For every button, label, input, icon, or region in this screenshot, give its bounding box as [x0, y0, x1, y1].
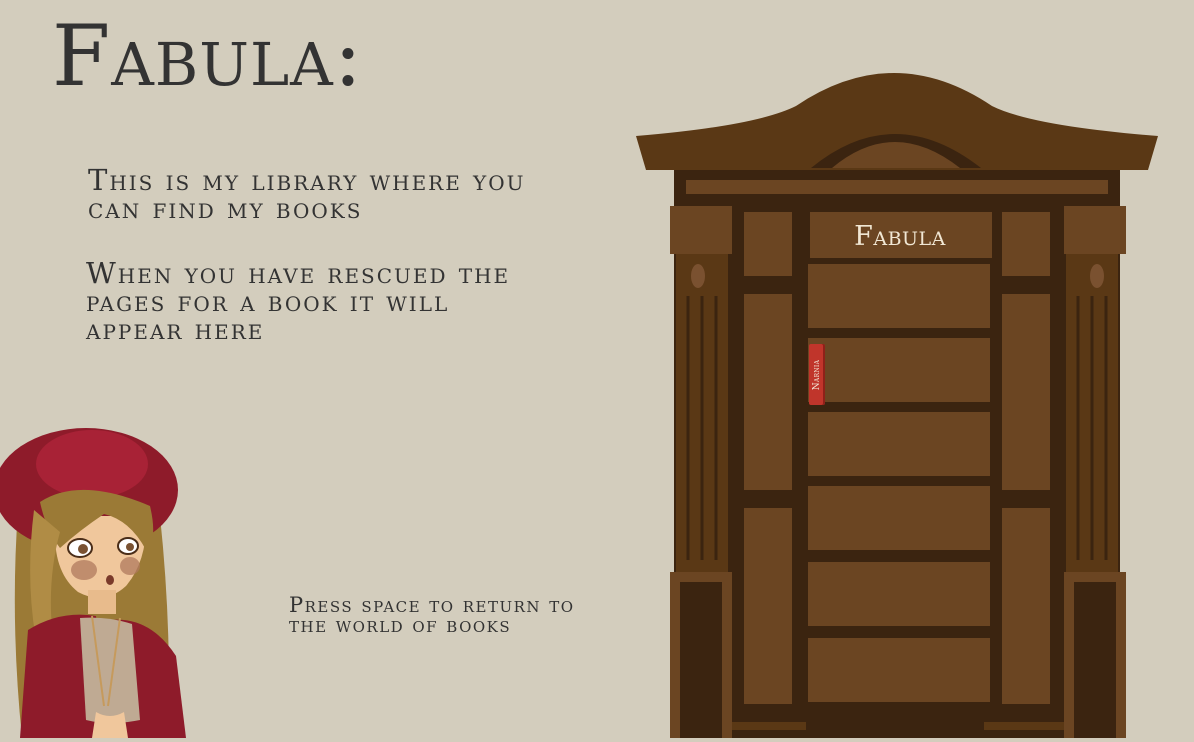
bookcase-label: Fabula	[854, 221, 946, 252]
bookcase-graphic	[636, 73, 1158, 738]
return-hint: Press space to return to the world of bo…	[289, 593, 575, 637]
book-title: Narnia	[812, 359, 822, 390]
book-narnia[interactable]: Narnia	[809, 344, 825, 405]
librarian-character	[0, 428, 186, 738]
library-rescue-text: When you have rescued the pages for a bo…	[86, 256, 511, 346]
bookcase	[636, 60, 1158, 738]
game-title: Fabula:	[52, 7, 364, 105]
character-portrait	[0, 420, 200, 738]
library-intro-text: This is my library where you can find my…	[88, 163, 526, 225]
